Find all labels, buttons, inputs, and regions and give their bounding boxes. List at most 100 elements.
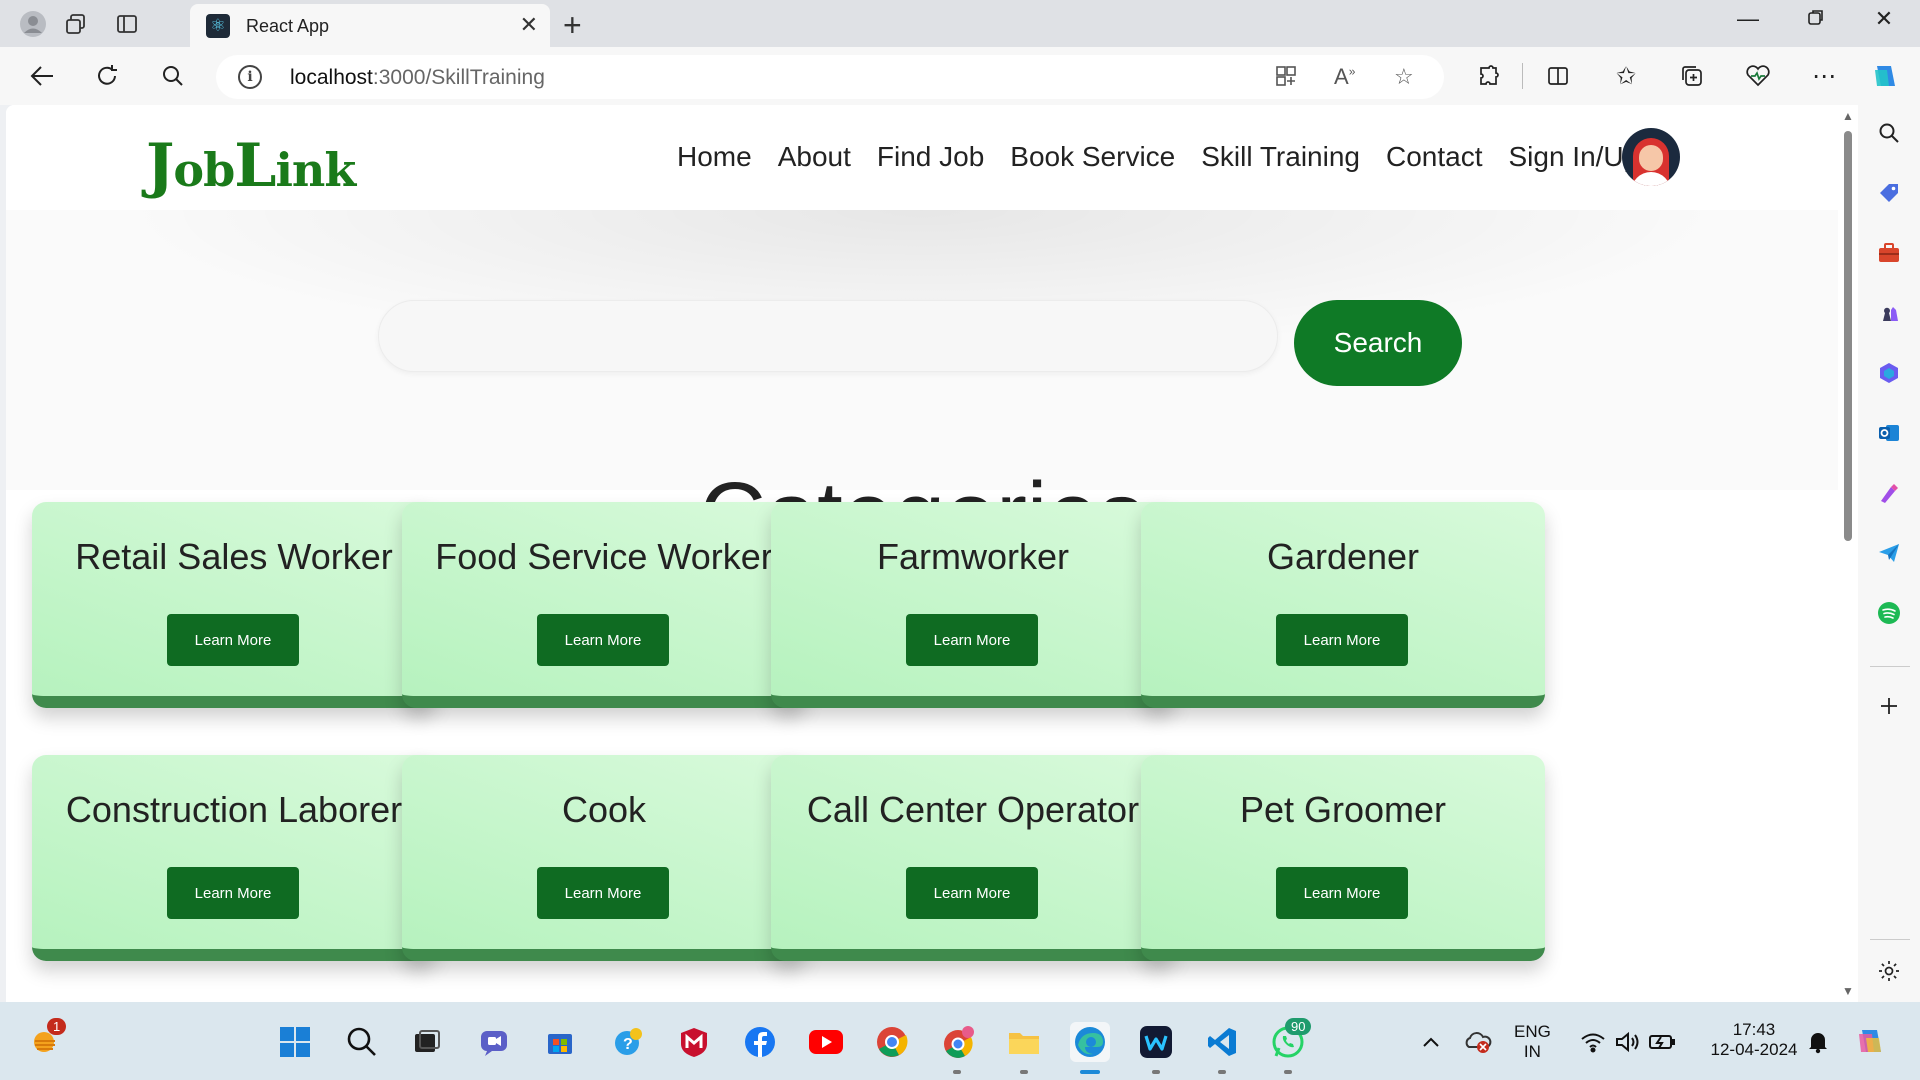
taskbar-search-icon[interactable]	[342, 1022, 382, 1062]
card-title: Farmworker	[876, 536, 1069, 577]
workspaces-icon[interactable]	[60, 8, 92, 40]
weather-badge: 1	[47, 1018, 67, 1035]
scroll-down-icon[interactable]: ▼	[1842, 984, 1854, 998]
notifications-bell-icon[interactable]	[1798, 1022, 1838, 1062]
collections-icon[interactable]	[1675, 59, 1709, 93]
copilot-taskbar-icon[interactable]	[1850, 1022, 1890, 1062]
microsoft-store-icon[interactable]	[540, 1022, 580, 1062]
minimize-icon[interactable]: —	[1728, 6, 1768, 32]
mcafee-icon[interactable]	[674, 1022, 714, 1062]
app-available-icon[interactable]	[1274, 64, 1298, 94]
site-logo[interactable]: JobLink	[146, 131, 356, 201]
address-bar[interactable]: i localhost:3000/SkillTraining A» ☆	[216, 55, 1444, 99]
scroll-thumb[interactable]	[1844, 131, 1852, 541]
tab-actions-icon[interactable]	[111, 8, 143, 40]
battery-charging-icon[interactable]	[1642, 1022, 1682, 1062]
avatar[interactable]	[1622, 128, 1680, 186]
learn-more-button[interactable]: Learn More	[167, 867, 299, 919]
tools-briefcase-icon[interactable]	[1873, 237, 1905, 269]
favorite-star-icon[interactable]: ☆	[1394, 64, 1414, 90]
back-icon[interactable]	[25, 59, 59, 93]
svg-text:?: ?	[623, 1036, 633, 1053]
chrome-profile-v-icon[interactable]	[938, 1022, 978, 1062]
spotify-icon[interactable]	[1873, 597, 1905, 629]
sidebar-settings-gear-icon[interactable]	[1873, 955, 1905, 987]
learn-more-button[interactable]: Learn More	[906, 614, 1038, 666]
volume-icon[interactable]	[1607, 1022, 1647, 1062]
youtube-icon[interactable]	[806, 1022, 846, 1062]
restore-icon[interactable]	[1796, 6, 1836, 32]
browser-essentials-icon[interactable]	[1741, 59, 1775, 93]
learn-more-button[interactable]: Learn More	[537, 614, 669, 666]
nav-contact[interactable]: Contact	[1386, 141, 1483, 173]
show-hidden-icons-chevron-icon[interactable]	[1411, 1022, 1451, 1062]
start-windows-icon[interactable]	[275, 1022, 315, 1062]
profile-icon[interactable]	[17, 8, 49, 40]
designer-icon[interactable]	[1873, 477, 1905, 509]
favorites-icon[interactable]: ✩	[1609, 59, 1643, 93]
close-tab-icon[interactable]: ✕	[520, 12, 538, 38]
get-help-icon[interactable]: ?	[608, 1022, 648, 1062]
language-indicator[interactable]: ENG IN	[1514, 1022, 1551, 1062]
outlook-icon[interactable]	[1873, 417, 1905, 449]
search-icon[interactable]	[156, 59, 190, 93]
copilot-icon[interactable]	[1868, 59, 1902, 93]
learn-more-button[interactable]: Learn More	[167, 614, 299, 666]
url-text[interactable]: localhost:3000/SkillTraining	[290, 66, 545, 90]
learn-more-button[interactable]: Learn More	[537, 867, 669, 919]
file-explorer-icon[interactable]	[1004, 1022, 1044, 1062]
scroll-up-icon[interactable]: ▲	[1842, 109, 1854, 123]
refresh-icon[interactable]	[90, 59, 124, 93]
nav-skill-training[interactable]: Skill Training	[1201, 141, 1360, 173]
onedrive-error-icon[interactable]	[1458, 1022, 1498, 1062]
windows-taskbar: 1 ? 90 ENG IN 17:43 12-04-2024	[0, 1002, 1920, 1080]
app-w-icon[interactable]	[1136, 1022, 1176, 1062]
search-button[interactable]: Search	[1294, 300, 1462, 386]
sidebar-search-icon[interactable]	[1873, 117, 1905, 149]
card-title: Gardener	[1266, 536, 1420, 577]
whatsapp-badge: 90	[1285, 1018, 1312, 1035]
read-aloud-icon[interactable]: A»	[1334, 64, 1355, 90]
shopping-tag-icon[interactable]	[1873, 177, 1905, 209]
clock[interactable]: 17:43 12-04-2024	[1700, 1020, 1808, 1060]
nav-sign-in-up[interactable]: Sign In/Up	[1508, 141, 1639, 173]
facebook-icon[interactable]	[740, 1022, 780, 1062]
react-favicon-icon: ⚛	[206, 14, 230, 38]
add-sidebar-app-icon[interactable]	[1873, 690, 1905, 722]
extensions-icon[interactable]	[1472, 59, 1506, 93]
tab-title: React App	[246, 16, 330, 36]
task-view-icon[interactable]	[407, 1022, 447, 1062]
edge-sidebar	[1858, 105, 1920, 1002]
send-telegram-icon[interactable]	[1873, 537, 1905, 569]
close-window-icon[interactable]: ✕	[1864, 6, 1904, 32]
card-title: Cook	[561, 789, 647, 830]
category-card: Retail Sales Worker Learn More	[32, 502, 436, 708]
card-title: Construction Laborer	[65, 789, 403, 830]
site-info-icon[interactable]: i	[238, 65, 262, 89]
category-card: Farmworker Learn More	[771, 502, 1175, 708]
card-title: Food Service Worker	[435, 536, 773, 577]
new-tab-icon[interactable]: +	[563, 7, 582, 44]
learn-more-button[interactable]: Learn More	[1276, 614, 1408, 666]
nav-home[interactable]: Home	[677, 141, 752, 173]
nav-book-service[interactable]: Book Service	[1010, 141, 1175, 173]
site-header: JobLink Home About Find Job Book Service…	[6, 105, 1838, 210]
active-tab[interactable]: ⚛ React App ✕	[190, 4, 550, 47]
card-title: Call Center Operator	[806, 789, 1140, 830]
learn-more-button[interactable]: Learn More	[1276, 867, 1408, 919]
main-nav: Home About Find Job Book Service Skill T…	[677, 141, 1639, 173]
category-card: Gardener Learn More	[1141, 502, 1545, 708]
edge-browser-icon[interactable]	[1070, 1022, 1110, 1062]
more-options-icon[interactable]: ⋯	[1807, 59, 1841, 93]
split-screen-icon[interactable]	[1541, 59, 1575, 93]
teams-chat-icon[interactable]	[474, 1022, 514, 1062]
learn-more-button[interactable]: Learn More	[906, 867, 1038, 919]
nav-about[interactable]: About	[778, 141, 851, 173]
games-chess-icon[interactable]	[1873, 297, 1905, 329]
page-scrollbar[interactable]: ▲ ▼	[1838, 105, 1858, 1002]
chrome-profile-icon[interactable]	[872, 1022, 912, 1062]
nav-find-job[interactable]: Find Job	[877, 141, 984, 173]
search-input[interactable]	[378, 300, 1278, 372]
microsoft365-icon[interactable]	[1873, 357, 1905, 389]
vscode-icon[interactable]	[1202, 1022, 1242, 1062]
